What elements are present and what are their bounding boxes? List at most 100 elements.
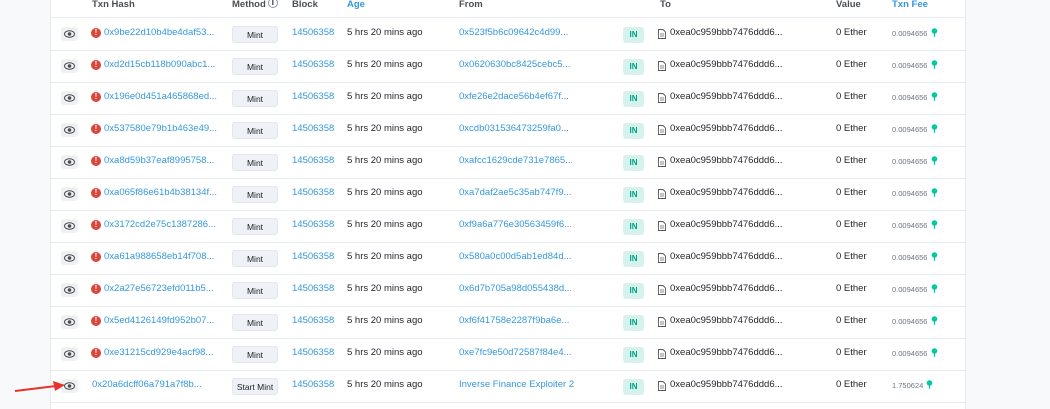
header-txn-fee-toggle[interactable]: Txn Fee bbox=[892, 0, 928, 10]
direction-badge: IN bbox=[623, 155, 644, 171]
info-icon[interactable]: i bbox=[267, 0, 278, 8]
error-icon: ! bbox=[91, 28, 101, 38]
gas-pump-icon bbox=[931, 156, 938, 168]
eye-icon[interactable] bbox=[61, 27, 78, 41]
from-address-link[interactable]: Inverse Finance Exploiter 2 bbox=[459, 379, 574, 390]
document-icon bbox=[658, 221, 666, 234]
txn-hash-link[interactable]: 0xd2d15cb118b090abc1... bbox=[104, 59, 215, 70]
method-badge: Mint bbox=[232, 58, 278, 75]
gas-pump-icon bbox=[931, 92, 938, 104]
table-row: ! 0x5ed4126149fd952b07... Mint 14506358 5 hr… bbox=[51, 306, 965, 339]
from-address-link[interactable]: 0xe7fc9e50d72587f84e4... bbox=[459, 347, 572, 358]
direction-badge: IN bbox=[623, 27, 644, 43]
block-link[interactable]: 14506358 bbox=[292, 123, 334, 134]
header-block: Block bbox=[292, 0, 318, 10]
block-link[interactable]: 14506358 bbox=[292, 219, 334, 230]
gas-pump-icon bbox=[931, 348, 938, 360]
txn-hash-link[interactable]: 0x20a6dcff06a791a7f8b... bbox=[92, 379, 202, 390]
direction-badge: IN bbox=[623, 123, 644, 139]
error-icon: ! bbox=[91, 92, 101, 102]
method-badge: Mint bbox=[232, 346, 278, 363]
from-address-link[interactable]: 0x6d7b705a98d055438d... bbox=[459, 283, 572, 294]
age-text: 5 hrs 20 mins ago bbox=[347, 315, 423, 326]
direction-badge: IN bbox=[623, 347, 644, 363]
value-text: 0 Ether bbox=[836, 155, 867, 166]
from-address-link[interactable]: 0xfe26e2dace56b4ef67f... bbox=[459, 91, 569, 102]
from-address-link[interactable]: 0x580a0c00d5ab1ed84d... bbox=[459, 251, 572, 262]
eye-icon[interactable] bbox=[61, 315, 78, 329]
eye-icon[interactable] bbox=[61, 283, 78, 297]
document-icon bbox=[658, 317, 666, 330]
eye-icon[interactable] bbox=[61, 347, 78, 361]
txn-hash-link[interactable]: 0x3172cd2e75c1387286... bbox=[104, 219, 216, 230]
to-address-text: 0xea0c959bbb7476ddd6... bbox=[670, 123, 783, 134]
txn-fee-text: 0.0094656 bbox=[892, 29, 928, 38]
table-row: ! 0x2a27e56723efd011b5... Mint 14506358 5 hr… bbox=[51, 274, 965, 307]
value-text: 0 Ether bbox=[836, 219, 867, 230]
gas-pump-icon bbox=[931, 124, 938, 136]
age-text: 5 hrs 20 mins ago bbox=[347, 283, 423, 294]
header-age-toggle[interactable]: Age bbox=[347, 0, 365, 10]
txn-fee-text: 0.0094656 bbox=[892, 61, 928, 70]
eye-icon[interactable] bbox=[61, 219, 78, 233]
value-text: 0 Ether bbox=[836, 315, 867, 326]
txn-hash-link[interactable]: 0x5ed4126149fd952b07... bbox=[104, 315, 214, 326]
txn-fee-text: 0.0094656 bbox=[892, 93, 928, 102]
to-address-text: 0xea0c959bbb7476ddd6... bbox=[670, 27, 783, 38]
table-row: ! 0x3172cd2e75c1387286... Mint 14506358 5 hr… bbox=[51, 210, 965, 243]
txn-fee-text: 0.0094656 bbox=[892, 349, 928, 358]
document-icon bbox=[658, 125, 666, 138]
age-text: 5 hrs 20 mins ago bbox=[347, 347, 423, 358]
to-address-text: 0xea0c959bbb7476ddd6... bbox=[670, 379, 783, 390]
txn-hash-link[interactable]: 0x2a27e56723efd011b5... bbox=[104, 283, 214, 294]
eye-icon[interactable] bbox=[61, 187, 78, 201]
eye-icon[interactable] bbox=[61, 251, 78, 265]
txn-hash-link[interactable]: 0x9be22d10b4be4daf53... bbox=[104, 27, 214, 38]
from-address-link[interactable]: 0xa7daf2ae5c35ab747f9... bbox=[459, 187, 572, 198]
block-link[interactable]: 14506358 bbox=[292, 59, 334, 70]
value-text: 0 Ether bbox=[836, 59, 867, 70]
table-row: ! 0xa8d59b37eaf8995758... Mint 14506358 5 hr… bbox=[51, 146, 965, 179]
eye-icon[interactable] bbox=[61, 59, 78, 73]
gas-pump-icon bbox=[931, 252, 938, 264]
txn-hash-link[interactable]: 0x196e0d451a465868ed... bbox=[104, 91, 217, 102]
block-link[interactable]: 14506358 bbox=[292, 379, 334, 390]
txn-hash-link[interactable]: 0xa8d59b37eaf8995758... bbox=[104, 155, 214, 166]
block-link[interactable]: 14506358 bbox=[292, 155, 334, 166]
error-icon: ! bbox=[91, 188, 101, 198]
block-link[interactable]: 14506358 bbox=[292, 91, 334, 102]
txn-fee-text: 0.0094656 bbox=[892, 253, 928, 262]
block-link[interactable]: 14506358 bbox=[292, 251, 334, 262]
error-icon: ! bbox=[91, 252, 101, 262]
block-link[interactable]: 14506358 bbox=[292, 347, 334, 358]
annotation-arrow bbox=[14, 381, 65, 392]
gas-pump-icon bbox=[931, 284, 938, 296]
from-address-link[interactable]: 0xf9a6a776e30563459f6... bbox=[459, 219, 572, 230]
block-link[interactable]: 14506358 bbox=[292, 283, 334, 294]
from-address-link[interactable]: 0xafcc1629cde731e7865... bbox=[459, 155, 573, 166]
method-badge: Start Mint bbox=[232, 378, 278, 395]
from-address-link[interactable]: 0x0620630bc8425cebc5... bbox=[459, 59, 570, 70]
table-row: ! 0x9be22d10b4be4daf53... Mint 14506358 5 hr… bbox=[51, 18, 965, 51]
age-text: 5 hrs 20 mins ago bbox=[347, 59, 423, 70]
txn-hash-link[interactable]: 0x537580e79b1b463e49... bbox=[104, 123, 217, 134]
age-text: 5 hrs 20 mins ago bbox=[347, 91, 423, 102]
eye-icon[interactable] bbox=[61, 155, 78, 169]
txn-hash-link[interactable]: 0xa61a988658eb14f708... bbox=[104, 251, 214, 262]
txn-hash-link[interactable]: 0xa065f86e61b4b38134f... bbox=[104, 187, 217, 198]
eye-icon[interactable] bbox=[61, 123, 78, 137]
header-from: From bbox=[459, 0, 483, 10]
txn-hash-link[interactable]: 0xe31215cd929e4acf98... bbox=[104, 347, 213, 358]
error-icon: ! bbox=[91, 316, 101, 326]
eye-icon[interactable] bbox=[61, 91, 78, 105]
age-text: 5 hrs 20 mins ago bbox=[347, 27, 423, 38]
method-badge: Mint bbox=[232, 186, 278, 203]
from-address-link[interactable]: 0xcdb031536473259fa0... bbox=[459, 123, 569, 134]
block-link[interactable]: 14506358 bbox=[292, 187, 334, 198]
from-address-link[interactable]: 0xf6f41758e2287f9ba6e... bbox=[459, 315, 569, 326]
to-address-text: 0xea0c959bbb7476ddd6... bbox=[670, 315, 783, 326]
from-address-link[interactable]: 0x523f5b6c09642c4d99... bbox=[459, 27, 568, 38]
block-link[interactable]: 14506358 bbox=[292, 27, 334, 38]
value-text: 0 Ether bbox=[836, 347, 867, 358]
block-link[interactable]: 14506358 bbox=[292, 315, 334, 326]
